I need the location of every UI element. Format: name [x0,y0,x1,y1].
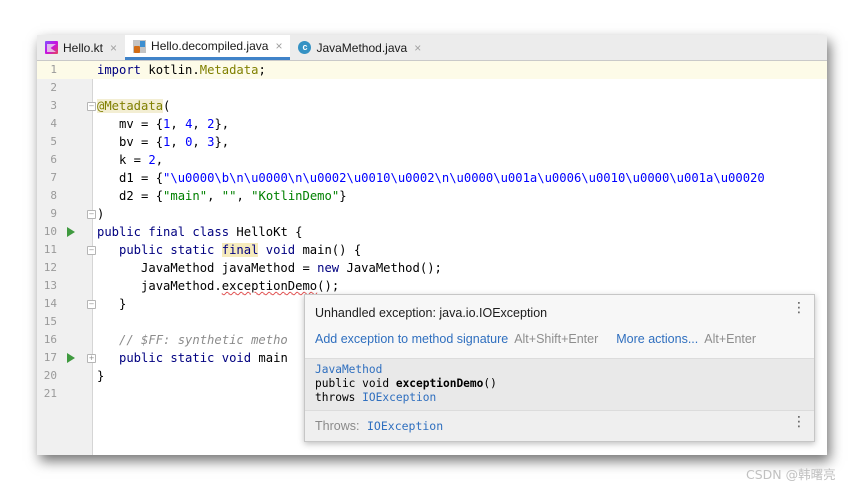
run-icon[interactable] [67,227,75,237]
code-line: 10 public final class HelloKt { [37,223,827,241]
fold-icon[interactable]: − [87,246,96,255]
more-options-icon[interactable]: ⋮ [792,415,806,429]
code-text: javaMethod.exceptionDemo(); [97,279,340,293]
close-icon[interactable]: × [275,39,282,53]
line-number: 11 [43,243,57,256]
line-number: 14 [43,297,57,310]
line-number: 8 [50,189,57,202]
code-line: 9 − ) [37,205,827,223]
tab-label: Hello.kt [63,40,104,55]
add-exception-signature-link[interactable]: Add exception to method signature [315,332,508,346]
code-text: ) [97,207,105,221]
kotlin-file-icon [45,41,58,54]
code-text: public static void main [97,351,288,365]
code-line: 8 d2 = {"main", "", "KotlinDemo"} [37,187,827,205]
code-line: 5 bv = {1, 0, 3}, [37,133,827,151]
tab-hello-decompiled-java[interactable]: Hello.decompiled.java × [125,35,291,60]
code-text: } [97,297,127,311]
close-icon[interactable]: × [414,41,421,55]
method-documentation: JavaMethod public void exceptionDemo() t… [305,358,814,411]
code-text: @Metadata( [97,99,171,113]
code-text: d2 = {"main", "", "KotlinDemo"} [97,189,347,203]
fold-icon[interactable]: + [87,354,96,363]
doc-throws: throws IOException [315,391,437,404]
fold-icon[interactable]: − [87,300,96,309]
line-number: 21 [43,387,57,400]
code-text: k = 2, [97,153,164,167]
java-file-icon: c [298,41,312,54]
throws-section: Throws: IOException ⋮ [305,410,814,441]
code-line: 2 [37,79,827,97]
code-line: 1 import kotlin.Metadata; [37,61,827,79]
line-number: 3 [50,99,57,112]
line-number: 2 [50,81,57,94]
line-number: 12 [43,261,57,274]
error-tooltip-popup: Unhandled exception: java.io.IOException… [304,294,815,442]
code-line: 12 JavaMethod javaMethod = new JavaMetho… [37,259,827,277]
tab-hello-kt[interactable]: Hello.kt × [37,35,125,60]
code-line: 6 k = 2, [37,151,827,169]
code-text: public final class HelloKt { [97,225,303,239]
fold-icon[interactable]: − [87,102,96,111]
code-line: 13 javaMethod.exceptionDemo(); [37,277,827,295]
fold-icon[interactable]: − [87,210,96,219]
shortcut-hint: Alt+Enter [704,332,757,346]
line-number: 20 [43,369,57,382]
more-actions-link[interactable]: More actions... [616,332,698,346]
throws-value-link[interactable]: IOException [367,419,443,433]
code-line: 7 d1 = {"\u0000\b\n\u0000\n\u0002\u0010\… [37,169,827,187]
java-class-file-icon [133,39,147,53]
tab-label: Hello.decompiled.java [151,39,269,53]
tab-label: JavaMethod.java [316,40,408,55]
watermark: CSDN @韩曙亮 [746,467,836,482]
code-text: d1 = {"\u0000\b\n\u0000\n\u0002\u0010\u0… [97,171,765,185]
line-number: 17 [43,351,57,364]
code-line: 3 − @Metadata( [37,97,827,115]
close-icon[interactable]: × [110,41,117,55]
code-text: // $FF: synthetic metho [97,333,288,347]
code-text: JavaMethod javaMethod = new JavaMethod()… [97,261,442,275]
doc-class-link[interactable]: JavaMethod [315,363,382,377]
line-number: 16 [43,333,57,346]
tab-javamethod-java[interactable]: c JavaMethod.java × [290,35,429,60]
code-text: import kotlin.Metadata; [97,63,266,77]
line-number: 5 [50,135,57,148]
popup-title: Unhandled exception: java.io.IOException [315,306,548,320]
editor-tab-bar: Hello.kt × Hello.decompiled.java × c Jav… [37,35,827,61]
error-highlight[interactable]: exceptionDemo [222,279,317,293]
line-number: 10 [43,225,57,238]
line-number: 7 [50,171,57,184]
code-text: public static final void main() { [97,243,362,257]
shortcut-hint: Alt+Shift+Enter [514,332,599,346]
line-number: 6 [50,153,57,166]
line-number: 13 [43,279,57,292]
more-options-icon[interactable]: ⋮ [792,301,806,315]
code-text: bv = {1, 0, 3}, [97,135,230,149]
line-number: 4 [50,117,57,130]
code-line: 11 − public static final void main() { [37,241,827,259]
code-line: 4 mv = {1, 4, 2}, [37,115,827,133]
quick-fix-actions: Add exception to method signature Alt+Shi… [315,332,756,346]
code-text: } [97,369,105,383]
throws-label: Throws: [315,419,360,433]
run-icon[interactable] [67,353,75,363]
doc-signature: public void exceptionDemo() [315,377,497,390]
ioexception-link[interactable]: IOException [362,391,436,404]
code-text: mv = {1, 4, 2}, [97,117,230,131]
line-number: 15 [43,315,57,328]
line-number: 1 [50,63,57,76]
line-number: 9 [50,207,57,220]
